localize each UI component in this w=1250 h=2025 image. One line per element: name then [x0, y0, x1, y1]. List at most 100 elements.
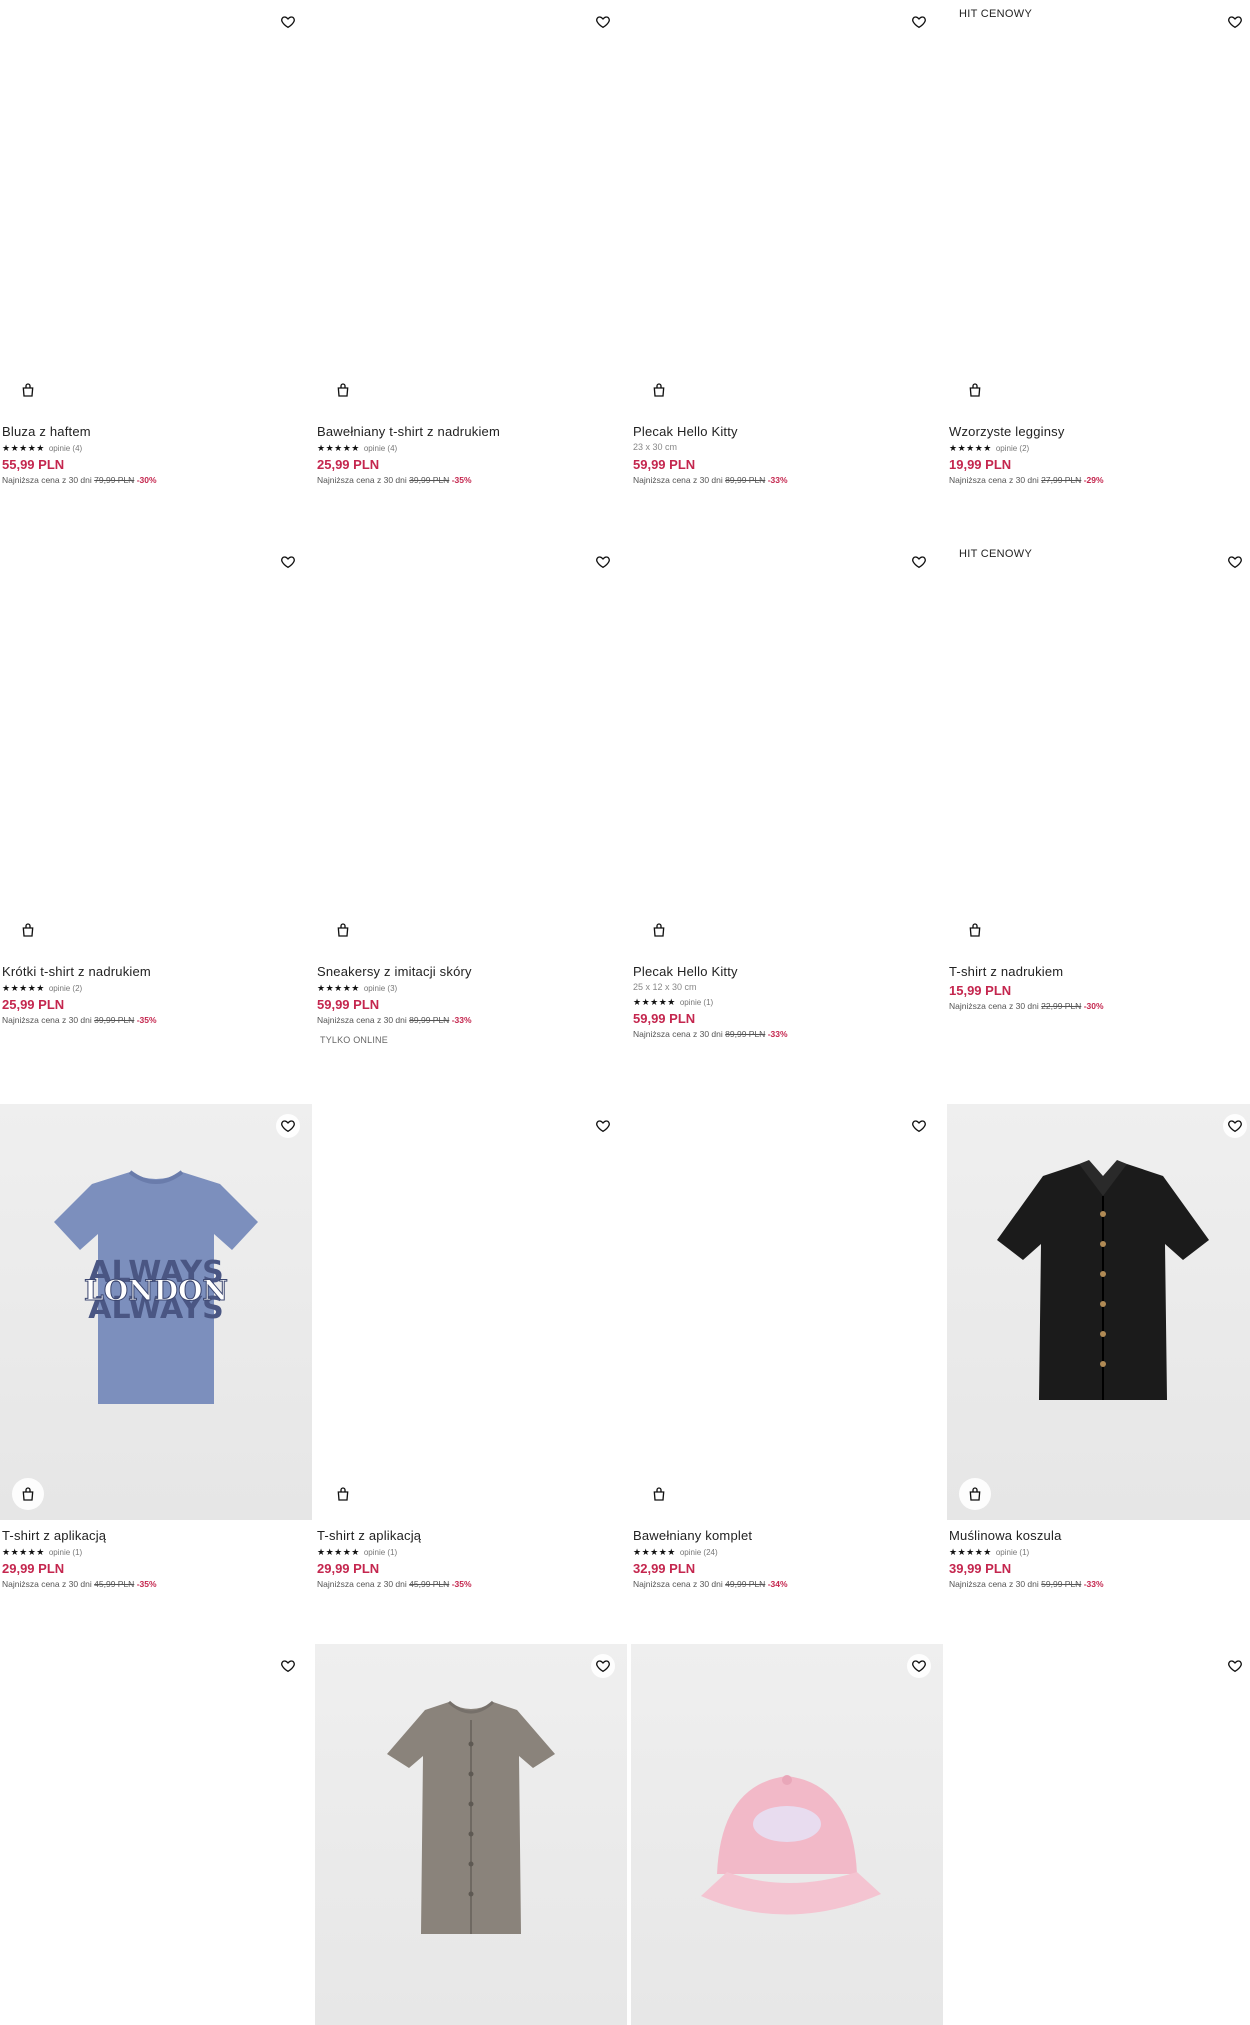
- favorite-heart-icon[interactable]: [907, 550, 931, 574]
- favorite-heart-icon[interactable]: [276, 10, 300, 34]
- product-image[interactable]: [315, 0, 627, 416]
- favorite-heart-icon[interactable]: [907, 1654, 931, 1678]
- lowest-price-label: Najniższa cena z 30 dni: [949, 475, 1039, 485]
- favorite-heart-icon[interactable]: [276, 1654, 300, 1678]
- shopping-bag-icon[interactable]: [12, 914, 44, 946]
- product-image[interactable]: [315, 540, 627, 956]
- shopping-bag-icon[interactable]: [959, 1478, 991, 1510]
- rating-stars-icon: ★★★★★: [633, 996, 676, 1007]
- product-image-pink-cap[interactable]: [631, 1644, 943, 2025]
- product-image[interactable]: [0, 540, 312, 956]
- product-name[interactable]: Plecak Hello Kitty: [633, 424, 941, 440]
- favorite-heart-icon[interactable]: [1223, 1654, 1247, 1678]
- product-info: Plecak Hello Kitty 23 x 30 cm 59,99 PLN …: [633, 424, 941, 485]
- shopping-bag-icon[interactable]: [643, 914, 675, 946]
- product-name[interactable]: Plecak Hello Kitty: [633, 964, 941, 980]
- shopping-bag-icon[interactable]: [643, 1478, 675, 1510]
- shopping-bag-icon[interactable]: [12, 1478, 44, 1510]
- product-name[interactable]: Bawełniany komplet: [633, 1528, 941, 1544]
- favorite-heart-icon[interactable]: [907, 10, 931, 34]
- product-image[interactable]: [631, 0, 943, 416]
- product-price: 39,99 PLN: [949, 1561, 1012, 1576]
- product-image-black-shirt[interactable]: [947, 1104, 1250, 1520]
- opinions-count[interactable]: opinie (1): [996, 1548, 1029, 1557]
- product-image[interactable]: [631, 1104, 943, 1520]
- product-name[interactable]: Muślinowa koszula: [949, 1528, 1250, 1544]
- product-image[interactable]: [947, 1644, 1250, 2025]
- favorite-heart-icon[interactable]: [1223, 10, 1247, 34]
- product-price: 29,99 PLN: [2, 1561, 65, 1576]
- product-price: 59,99 PLN: [633, 1011, 696, 1026]
- product-image[interactable]: [0, 0, 312, 416]
- product-name[interactable]: T-shirt z aplikacją: [317, 1528, 625, 1544]
- product-dimensions: 23 x 30 cm: [633, 442, 678, 452]
- shopping-bag-icon[interactable]: [327, 374, 359, 406]
- product-price: 59,99 PLN: [633, 457, 696, 472]
- lowest-price-label: Najniższa cena z 30 dni: [317, 1015, 407, 1025]
- shopping-bag-icon[interactable]: [643, 374, 675, 406]
- product-name[interactable]: T-shirt z nadrukiem: [949, 964, 1250, 980]
- product-rating: ★★★★★ opinie (2): [2, 982, 310, 994]
- opinions-count[interactable]: opinie (3): [364, 984, 397, 993]
- old-price: 45,99 PLN: [94, 1579, 135, 1589]
- product-image-grey-top[interactable]: [315, 1644, 627, 2025]
- lowest-price-note: Najniższa cena z 30 dni 59,99 PLN -33%: [949, 1579, 1250, 1589]
- favorite-heart-icon[interactable]: [1223, 550, 1247, 574]
- opinions-count[interactable]: opinie (1): [680, 998, 713, 1007]
- favorite-heart-icon[interactable]: [276, 1114, 300, 1138]
- product-image[interactable]: [947, 540, 1250, 956]
- product-image[interactable]: [631, 540, 943, 956]
- product-image[interactable]: [947, 0, 1250, 416]
- old-price: 59,99 PLN: [1041, 1579, 1082, 1589]
- shopping-bag-icon[interactable]: [959, 914, 991, 946]
- favorite-heart-icon[interactable]: [1223, 1114, 1247, 1138]
- lowest-price-label: Najniższa cena z 30 dni: [949, 1001, 1039, 1011]
- favorite-heart-icon[interactable]: [591, 1654, 615, 1678]
- product-image[interactable]: [315, 1104, 627, 1520]
- product-rating: ★★★★★ opinie (1): [2, 1546, 310, 1558]
- shopping-bag-icon[interactable]: [327, 1478, 359, 1510]
- opinions-count[interactable]: opinie (1): [49, 1548, 82, 1557]
- old-price: 49,99 PLN: [725, 1579, 766, 1589]
- opinions-count[interactable]: opinie (4): [364, 444, 397, 453]
- product-info: T-shirt z aplikacją ★★★★★ opinie (1) 29,9…: [317, 1528, 625, 1589]
- opinions-count[interactable]: opinie (2): [49, 984, 82, 993]
- favorite-heart-icon[interactable]: [276, 550, 300, 574]
- product-name[interactable]: Krótki t-shirt z nadrukiem: [2, 964, 310, 980]
- london-print: LONDON: [84, 1274, 228, 1307]
- old-price: 22,99 PLN: [1041, 1001, 1082, 1011]
- lowest-price-label: Najniższa cena z 30 dni: [633, 1029, 723, 1039]
- shopping-bag-icon[interactable]: [12, 374, 44, 406]
- product-rating: ★★★★★ opinie (2): [949, 442, 1250, 454]
- product-name[interactable]: Bawełniany t-shirt z nadrukiem: [317, 424, 625, 440]
- discount-badge: -35%: [136, 1015, 157, 1025]
- shopping-bag-icon[interactable]: [959, 374, 991, 406]
- product-info: Sneakersy z imitacji skóry ★★★★★ opinie (…: [317, 964, 625, 1045]
- lowest-price-label: Najniższa cena z 30 dni: [949, 1579, 1039, 1589]
- product-name[interactable]: Sneakersy z imitacji skóry: [317, 964, 625, 980]
- opinions-count[interactable]: opinie (1): [364, 1548, 397, 1557]
- favorite-heart-icon[interactable]: [591, 10, 615, 34]
- product-image[interactable]: [0, 1644, 312, 2025]
- shopping-bag-icon[interactable]: [327, 914, 359, 946]
- opinions-count[interactable]: opinie (24): [680, 1548, 718, 1557]
- rating-stars-icon: ★★★★★: [2, 1546, 45, 1557]
- product-info: Bluza z haftem ★★★★★ opinie (4) 55,99 PLN…: [2, 424, 310, 485]
- product-name[interactable]: T-shirt z aplikacją: [2, 1528, 310, 1544]
- lowest-price-note: Najniższa cena z 30 dni 49,99 PLN -34%: [633, 1579, 941, 1589]
- price-hit-badge: HIT CENOWY: [959, 8, 1033, 20]
- opinions-count[interactable]: opinie (2): [996, 444, 1029, 453]
- favorite-heart-icon[interactable]: [907, 1114, 931, 1138]
- lowest-price-note: Najniższa cena z 30 dni 45,99 PLN -35%: [317, 1579, 625, 1589]
- product-name[interactable]: Wzorzyste legginsy: [949, 424, 1250, 440]
- discount-badge: -30%: [136, 475, 157, 485]
- product-image-tshirt-london[interactable]: ALWAYS ALWAYS LONDON: [0, 1104, 312, 1520]
- favorite-heart-icon[interactable]: [591, 1114, 615, 1138]
- product-info: Muślinowa koszula ★★★★★ opinie (1) 39,99 …: [949, 1528, 1250, 1589]
- tshirt-illustration: ALWAYS ALWAYS LONDON: [54, 1170, 258, 1404]
- rating-stars-icon: ★★★★★: [317, 1546, 360, 1557]
- product-name[interactable]: Bluza z haftem: [2, 424, 310, 440]
- product-price: 25,99 PLN: [317, 457, 380, 472]
- opinions-count[interactable]: opinie (4): [49, 444, 82, 453]
- favorite-heart-icon[interactable]: [591, 550, 615, 574]
